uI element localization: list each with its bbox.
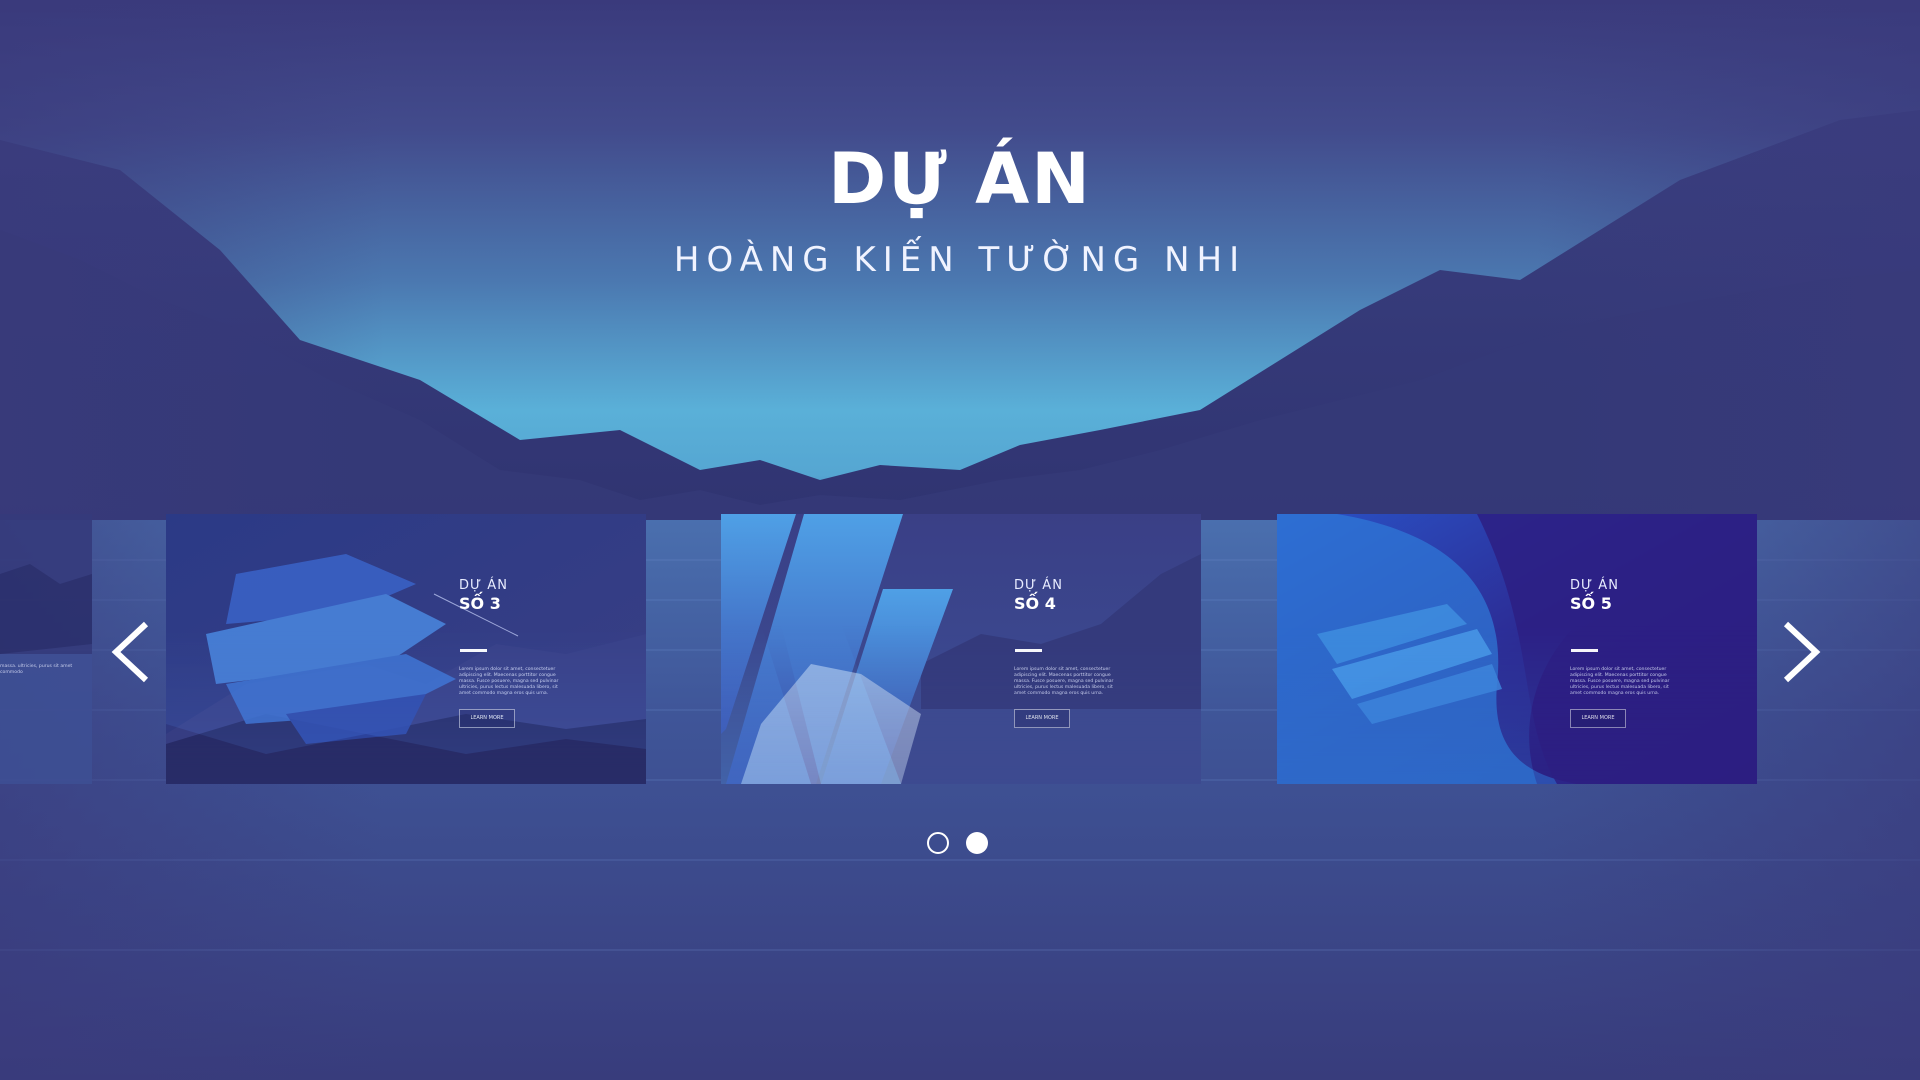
card-reflection [166, 624, 646, 784]
card-label: DỰ ÁN [1570, 578, 1619, 593]
card-label: DỰ ÁN [459, 578, 508, 593]
pagination-dot-1[interactable] [927, 832, 949, 854]
card-number: SỐ 3 [459, 594, 501, 613]
card-label: DỰ ÁN [1014, 578, 1063, 593]
chevron-left-icon [111, 621, 149, 683]
card-reflection [721, 624, 1201, 784]
carousel-prev-button[interactable] [102, 612, 162, 692]
chevron-right-icon [1783, 621, 1821, 683]
project-showcase-slide: DỰ ÁN HOÀNG KIẾN TƯỜNG NHI massa. ultric… [0, 0, 1920, 1080]
card-reflection [1277, 624, 1757, 784]
card-thumbnail [0, 514, 92, 784]
card-description: massa. ultricies, purus sit amet commodo [0, 664, 73, 675]
card-number: SỐ 4 [1014, 594, 1056, 613]
carousel-card-partial[interactable]: massa. ultricies, purus sit amet commodo [0, 514, 92, 784]
pagination-dot-2-active[interactable] [966, 832, 988, 854]
page-subtitle: HOÀNG KIẾN TƯỜNG NHI [673, 240, 1247, 280]
carousel-next-button[interactable] [1770, 612, 1830, 692]
page-title: DỰ ÁN [828, 138, 1092, 220]
card-number: SỐ 5 [1570, 594, 1612, 613]
carousel-pagination [925, 830, 997, 858]
